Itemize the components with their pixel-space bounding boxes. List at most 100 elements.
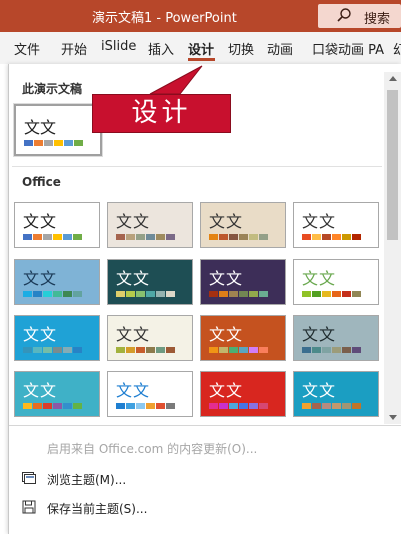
color-swatch bbox=[219, 403, 228, 409]
theme-thumbnail[interactable]: 文文 bbox=[107, 371, 193, 417]
theme-color-swatches bbox=[23, 347, 82, 353]
search-label: 搜索 bbox=[364, 12, 391, 27]
color-swatch bbox=[166, 291, 175, 297]
color-swatch bbox=[136, 347, 145, 353]
color-swatch bbox=[322, 403, 331, 409]
color-swatch bbox=[63, 347, 72, 353]
color-swatch bbox=[43, 403, 52, 409]
theme-thumbnail[interactable]: 文文 bbox=[14, 202, 100, 248]
scroll-thumb[interactable] bbox=[387, 90, 398, 240]
this-presentation-heading: 此演示文稿 bbox=[22, 82, 83, 96]
theme-color-swatches bbox=[209, 234, 268, 240]
tab-pocket-animation[interactable]: 口袋动画 PA bbox=[312, 39, 384, 58]
theme-thumbnail[interactable]: 文文 bbox=[293, 259, 379, 305]
color-swatch bbox=[24, 140, 33, 146]
theme-color-swatches bbox=[302, 347, 361, 353]
color-swatch bbox=[302, 347, 311, 353]
color-swatch bbox=[342, 347, 351, 353]
color-swatch bbox=[43, 291, 52, 297]
active-tab-indicator bbox=[188, 58, 215, 61]
window-title: 演示文稿1 - PowerPoint bbox=[92, 11, 237, 26]
theme-thumbnail[interactable]: 文文 bbox=[14, 315, 100, 361]
color-swatch bbox=[229, 403, 238, 409]
color-swatch bbox=[74, 140, 83, 146]
color-swatch bbox=[259, 403, 268, 409]
theme-thumbnail[interactable]: 文文 bbox=[293, 202, 379, 248]
color-swatch bbox=[342, 403, 351, 409]
theme-thumbnail[interactable]: 文文 bbox=[200, 371, 286, 417]
theme-thumbnail[interactable]: 文文 bbox=[107, 202, 193, 248]
browse-themes-item[interactable]: 浏览主题(M)... bbox=[9, 465, 389, 491]
theme-thumbnail[interactable]: 文文 bbox=[200, 315, 286, 361]
scroll-up-icon[interactable] bbox=[389, 76, 397, 81]
scroll-down-icon[interactable] bbox=[389, 415, 397, 420]
theme-thumbnail[interactable]: 文文 bbox=[107, 315, 193, 361]
tab-home[interactable]: 开始 bbox=[61, 39, 87, 58]
theme-thumbnail[interactable]: 文文 bbox=[293, 315, 379, 361]
color-swatch bbox=[146, 234, 155, 240]
theme-thumbnail[interactable]: 文文 bbox=[14, 371, 100, 417]
ribbon-tab-bar: 文件 开始 iSlide 插入 设计 切换 动画 口袋动画 PA 幻 bbox=[0, 32, 401, 64]
color-swatch bbox=[33, 291, 42, 297]
color-swatch bbox=[43, 347, 52, 353]
color-swatch bbox=[23, 347, 32, 353]
theme-thumbnail[interactable]: 文文 bbox=[14, 259, 100, 305]
color-swatch bbox=[136, 291, 145, 297]
color-swatch bbox=[219, 291, 228, 297]
color-swatch bbox=[126, 347, 135, 353]
theme-color-swatches bbox=[302, 291, 361, 297]
color-swatch bbox=[126, 234, 135, 240]
color-swatch bbox=[302, 234, 311, 240]
theme-color-swatches bbox=[116, 347, 175, 353]
color-swatch bbox=[34, 140, 43, 146]
theme-thumbnail[interactable]: 文文 bbox=[200, 202, 286, 248]
color-swatch bbox=[332, 347, 341, 353]
color-swatch bbox=[156, 291, 165, 297]
tab-animations[interactable]: 动画 bbox=[267, 39, 293, 58]
color-swatch bbox=[342, 234, 351, 240]
color-swatch bbox=[23, 291, 32, 297]
theme-sample-text: 文文 bbox=[209, 269, 244, 288]
theme-thumbnail[interactable]: 文文 bbox=[200, 259, 286, 305]
tab-file[interactable]: 文件 bbox=[14, 39, 40, 58]
enable-office-updates-label: 启用来自 Office.com 的内容更新(O)... bbox=[47, 442, 258, 456]
save-current-theme-item[interactable]: 保存当前主题(S)... bbox=[9, 494, 389, 520]
color-swatch bbox=[116, 347, 125, 353]
tab-islide[interactable]: iSlide bbox=[101, 39, 136, 54]
tab-insert[interactable]: 插入 bbox=[148, 39, 174, 58]
theme-thumbnail[interactable]: 文文 bbox=[107, 259, 193, 305]
theme-sample-text: 文文 bbox=[302, 212, 337, 231]
color-swatch bbox=[332, 403, 341, 409]
save-icon bbox=[22, 500, 36, 514]
color-swatch bbox=[249, 347, 258, 353]
color-swatch bbox=[249, 403, 258, 409]
color-swatch bbox=[322, 347, 331, 353]
save-current-theme-label: 保存当前主题(S)... bbox=[47, 502, 148, 516]
tab-slideshow[interactable]: 幻 bbox=[393, 39, 401, 58]
current-theme-thumbnail[interactable]: 文文 bbox=[13, 103, 103, 157]
color-swatch bbox=[239, 234, 248, 240]
theme-thumbnail[interactable]: 文文 bbox=[293, 371, 379, 417]
color-swatch bbox=[116, 403, 125, 409]
color-swatch bbox=[53, 403, 62, 409]
theme-color-swatches bbox=[209, 291, 268, 297]
color-swatch bbox=[73, 347, 82, 353]
color-swatch bbox=[156, 403, 165, 409]
color-swatch bbox=[116, 291, 125, 297]
theme-color-swatches bbox=[209, 347, 268, 353]
themes-scrollbar[interactable] bbox=[384, 72, 401, 424]
color-swatch bbox=[136, 234, 145, 240]
color-swatch bbox=[44, 140, 53, 146]
tab-design[interactable]: 设计 bbox=[188, 39, 214, 58]
color-swatch bbox=[126, 291, 135, 297]
color-swatch bbox=[53, 347, 62, 353]
tab-transitions[interactable]: 切换 bbox=[228, 39, 254, 58]
theme-sample-text: 文文 bbox=[209, 325, 244, 344]
search-box[interactable]: 搜索 bbox=[318, 4, 401, 28]
color-swatch bbox=[63, 291, 72, 297]
theme-sample-text: 文文 bbox=[302, 269, 337, 288]
color-swatch bbox=[302, 403, 311, 409]
color-swatch bbox=[259, 347, 268, 353]
color-swatch bbox=[332, 234, 341, 240]
color-swatch bbox=[73, 403, 82, 409]
